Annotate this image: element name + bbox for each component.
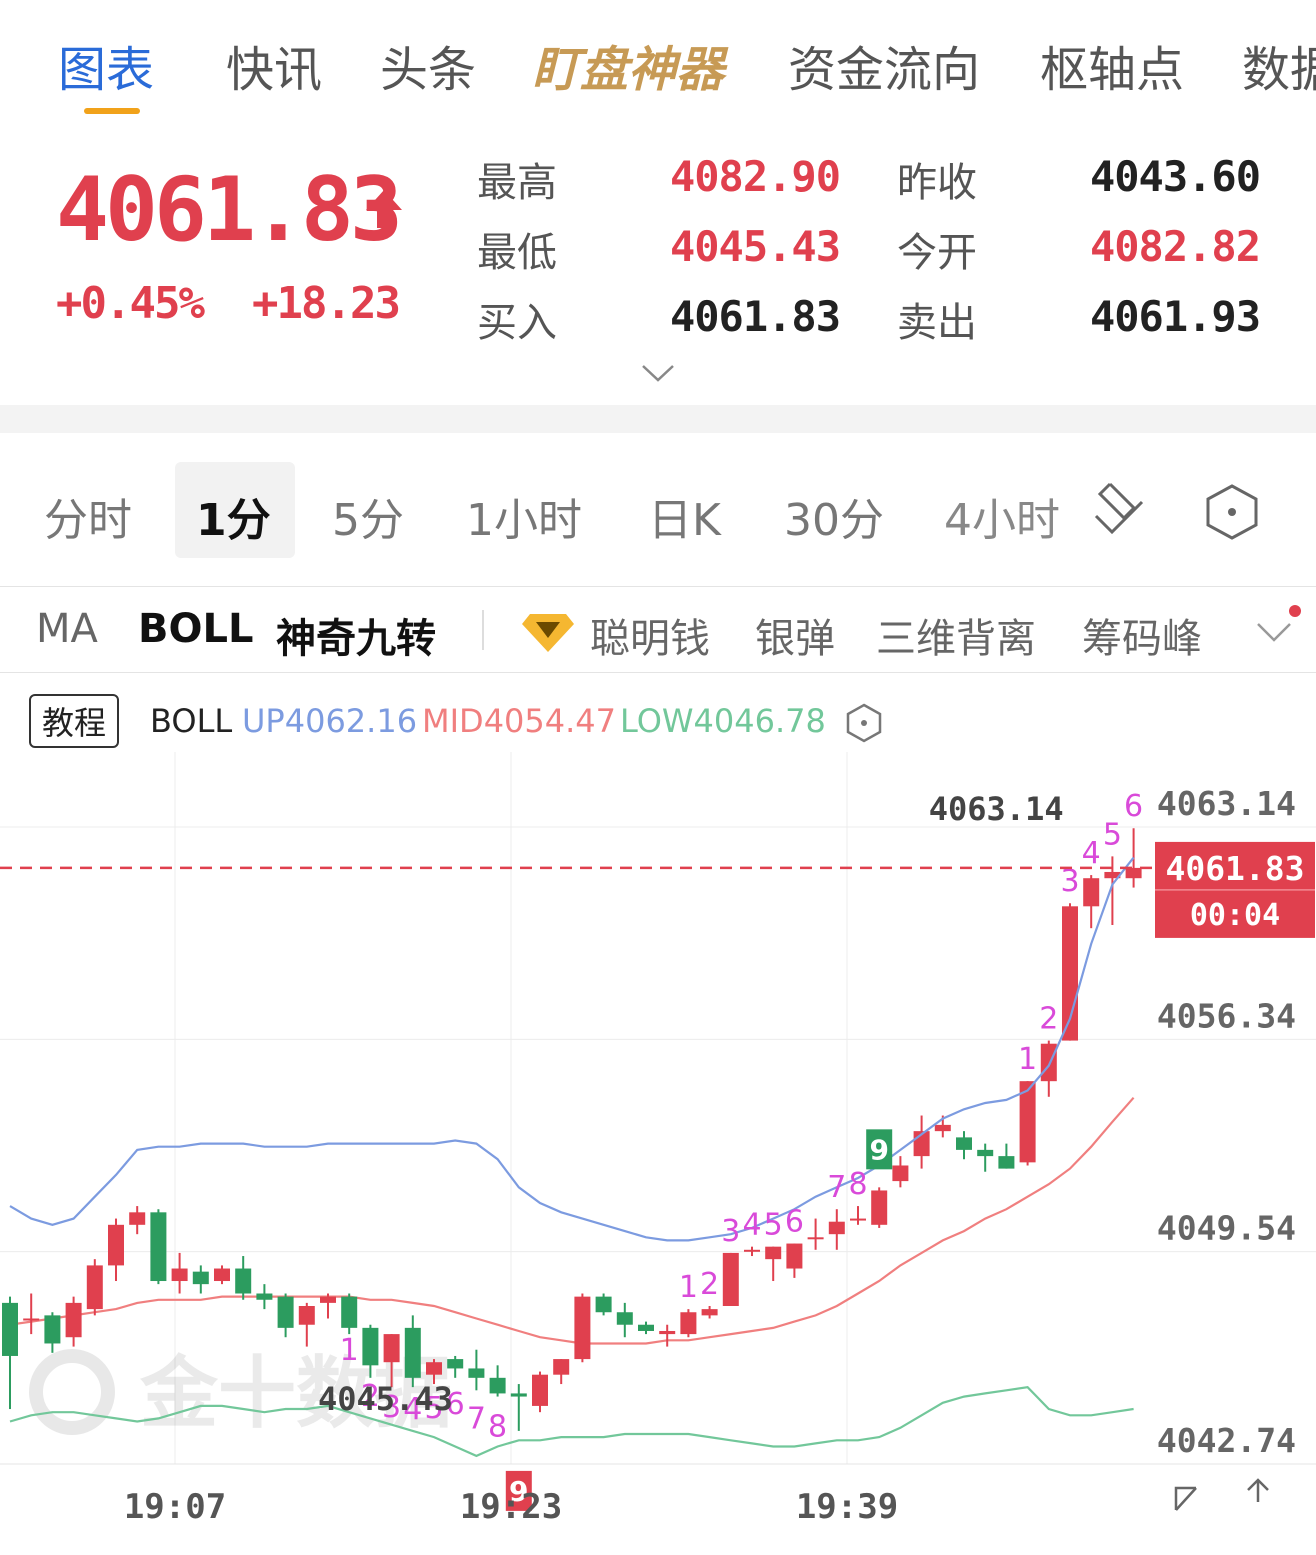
candle-body <box>977 1149 994 1157</box>
td-sell-count: 1 <box>1018 1042 1037 1077</box>
td-sell-count: 5 <box>764 1208 783 1243</box>
y-axis-tick-label: 4056.34 <box>1157 996 1296 1035</box>
candle-body <box>23 1318 40 1321</box>
candle-body <box>595 1296 612 1313</box>
candle-body <box>1083 878 1100 907</box>
y-axis-tick-label: 4063.14 <box>1157 784 1296 823</box>
candle-body <box>404 1327 421 1378</box>
last-price-text: 4061.83 <box>1165 849 1304 888</box>
x-axis-tick-label: 19:07 <box>124 1487 226 1527</box>
td-sell-count: 6 <box>1124 789 1143 824</box>
td-sell-count: 8 <box>848 1167 867 1202</box>
td-buy-count: 8 <box>488 1410 507 1445</box>
x-axis-tick-label: 19:39 <box>796 1487 898 1527</box>
candle-body <box>616 1312 633 1325</box>
candle-body <box>765 1246 782 1260</box>
candle-body <box>2 1302 18 1356</box>
candle-body <box>828 1221 845 1235</box>
candle-body <box>892 1165 909 1182</box>
candle-body <box>320 1296 336 1303</box>
td-sell-count: 6 <box>785 1205 804 1240</box>
candle-body <box>574 1296 591 1360</box>
max-price-label: 4063.14 <box>929 790 1064 828</box>
candle-body <box>489 1377 506 1394</box>
td-sell-count: 9 <box>869 1133 888 1166</box>
y-axis-tick-label: 4049.54 <box>1157 1209 1296 1248</box>
candle-body <box>65 1302 82 1338</box>
td-sell-count: 4 <box>742 1208 761 1243</box>
boll-up-line <box>9 856 1135 1242</box>
td-sell-count: 4 <box>1082 836 1101 871</box>
boll-mid-line <box>9 1096 1135 1345</box>
candle-body <box>1125 867 1142 879</box>
candle-body <box>108 1224 124 1266</box>
td-sell-count: 7 <box>827 1170 846 1205</box>
td-sell-count: 3 <box>1060 864 1079 899</box>
y-axis-tick-label: 4042.74 <box>1157 1421 1296 1460</box>
td-sell-count: 1 <box>679 1270 698 1305</box>
candle-body <box>532 1374 548 1406</box>
candle-body <box>786 1243 803 1269</box>
candle-body <box>362 1327 379 1366</box>
candle-body <box>235 1268 252 1294</box>
td-buy-count: 7 <box>467 1401 486 1436</box>
candle-body <box>171 1268 188 1282</box>
candle-body <box>956 1137 972 1150</box>
td-buy-count: 1 <box>340 1333 359 1368</box>
candle-body <box>256 1293 273 1300</box>
candle-body <box>701 1309 718 1316</box>
candle-body <box>277 1296 294 1328</box>
candle-body <box>510 1393 527 1397</box>
candle-countdown: 00:04 <box>1190 898 1280 933</box>
candle-body <box>871 1190 888 1225</box>
candle-body <box>129 1212 146 1225</box>
candlestick-chart[interactable]: 金十数据12 3 4 5 6 7 891 23 4 5 67 891234564063.144045.… <box>0 0 1316 1555</box>
candle-body <box>447 1359 464 1369</box>
candle-body <box>86 1265 103 1310</box>
candle-body <box>1040 1043 1057 1082</box>
candle-body <box>426 1362 442 1375</box>
expand-icon-diagonal <box>1175 1487 1197 1511</box>
candle-body <box>214 1268 230 1282</box>
candle-body <box>341 1296 358 1328</box>
candle-body <box>150 1212 167 1282</box>
candle-body <box>934 1124 951 1132</box>
watermark-logo <box>29 1349 115 1435</box>
candle-body <box>659 1330 676 1335</box>
td-sell-count: 2 <box>1039 1002 1058 1037</box>
candle-body <box>680 1312 697 1335</box>
candle-body <box>298 1305 315 1325</box>
min-price-label: 4045.43 <box>318 1380 453 1418</box>
candle-body <box>744 1249 760 1252</box>
x-axis-tick-label: 19:23 <box>460 1487 562 1527</box>
candle-body <box>850 1218 866 1221</box>
candle-body <box>383 1334 400 1363</box>
td-sell-count: 5 <box>1103 817 1122 852</box>
candle-body <box>192 1271 209 1285</box>
candle-body <box>998 1156 1015 1169</box>
td-sell-count: 3 <box>721 1214 740 1249</box>
candle-body <box>722 1252 739 1306</box>
candle-body <box>807 1237 824 1240</box>
candle-body <box>553 1359 570 1375</box>
candle-body <box>468 1368 485 1378</box>
td-sell-count: 2 <box>700 1267 719 1302</box>
candle-body <box>44 1315 61 1344</box>
candle-body <box>638 1324 654 1331</box>
